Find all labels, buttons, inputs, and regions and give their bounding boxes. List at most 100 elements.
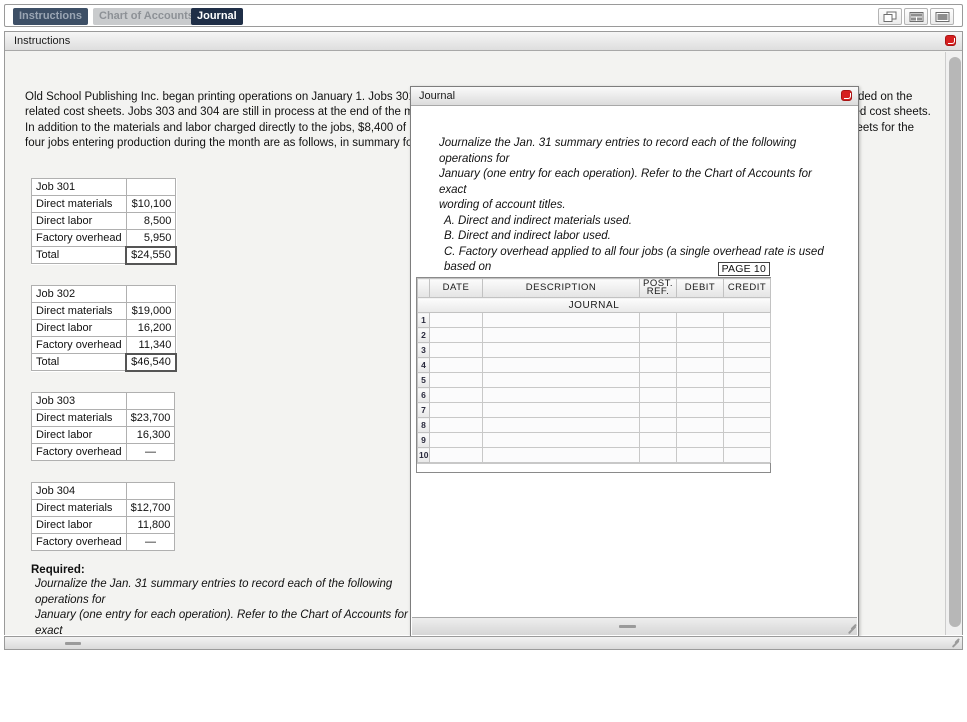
cell-date[interactable] — [429, 342, 483, 358]
required-heading: Required: — [31, 564, 85, 576]
cell-date[interactable] — [429, 417, 483, 433]
cell-post-ref[interactable] — [639, 342, 677, 358]
cell-date[interactable] — [429, 432, 483, 448]
journal-instruction-line: Journalize the Jan. 31 summary entries t… — [439, 137, 797, 165]
cell-date[interactable] — [429, 357, 483, 373]
row-number: 5 — [417, 372, 430, 388]
cell-credit[interactable] — [723, 447, 771, 463]
cell-credit[interactable] — [723, 342, 771, 358]
row-value: 11,340 — [125, 336, 177, 354]
row-value-total: $46,540 — [125, 352, 177, 372]
tile-windows-button[interactable] — [904, 8, 928, 25]
journal-resize-grip[interactable] — [843, 621, 857, 634]
tab-journal[interactable]: Journal — [191, 8, 243, 25]
workspace-scroll-thumb[interactable] — [65, 642, 81, 645]
workspace-resize-grip[interactable] — [948, 636, 960, 648]
table-row: Direct labor 11,800 — [31, 516, 176, 534]
cell-debit[interactable] — [676, 402, 724, 418]
cell-description[interactable] — [482, 372, 640, 388]
cell-post-ref[interactable] — [639, 447, 677, 463]
cell-post-ref[interactable] — [639, 387, 677, 403]
journal-instruction-item: B. Direct and indirect labor used. — [444, 230, 611, 242]
cell-description[interactable] — [482, 432, 640, 448]
cell-description[interactable] — [482, 327, 640, 343]
cell-date[interactable] — [429, 372, 483, 388]
job-cost-table: Job 303 Direct materials $23,700 Direct … — [31, 392, 176, 461]
cell-credit[interactable] — [723, 387, 771, 403]
cell-post-ref[interactable] — [639, 312, 677, 328]
cell-date[interactable] — [429, 402, 483, 418]
cell-credit[interactable] — [723, 417, 771, 433]
cascade-windows-button[interactable] — [878, 8, 902, 25]
maximize-window-button[interactable] — [930, 8, 954, 25]
cell-description[interactable] — [482, 342, 640, 358]
instructions-scrollbar[interactable] — [945, 52, 962, 635]
cell-credit[interactable] — [723, 402, 771, 418]
row-label: Direct materials — [31, 195, 127, 213]
table-row: 5 — [417, 372, 771, 388]
row-number: 1 — [417, 312, 430, 328]
tab-instructions[interactable]: Instructions — [13, 8, 88, 25]
cell-credit[interactable] — [723, 357, 771, 373]
journal-instruction-item: A. Direct and indirect materials used. — [444, 214, 632, 227]
cell-debit[interactable] — [676, 312, 724, 328]
row-number: 7 — [417, 402, 430, 418]
column-header-post-ref: POST. REF. — [639, 278, 677, 298]
table-row: 3 — [417, 342, 771, 358]
cell-date[interactable] — [429, 312, 483, 328]
cell-description[interactable] — [482, 357, 640, 373]
cell-debit[interactable] — [676, 447, 724, 463]
journal-bottom-scrollbar[interactable] — [412, 617, 857, 635]
cell-debit[interactable] — [676, 327, 724, 343]
cell-description[interactable] — [482, 447, 640, 463]
tab-chart-of-accounts[interactable]: Chart of Accounts — [93, 8, 200, 25]
cell-post-ref[interactable] — [639, 372, 677, 388]
journal-window-title: Journal — [419, 90, 456, 102]
cell-post-ref[interactable] — [639, 402, 677, 418]
workspace-bottom-scrollbar[interactable] — [4, 636, 963, 650]
cell-debit[interactable] — [676, 417, 724, 433]
table-row: 1 — [417, 312, 771, 328]
cell-post-ref[interactable] — [639, 432, 677, 448]
cell-date[interactable] — [429, 387, 483, 403]
cell-credit[interactable] — [723, 432, 771, 448]
row-label: Factory overhead — [31, 443, 127, 461]
cell-post-ref[interactable] — [639, 357, 677, 373]
cell-credit[interactable] — [723, 372, 771, 388]
cell-post-ref[interactable] — [639, 417, 677, 433]
required-section: Required: Journalize the Jan. 31 summary… — [31, 564, 416, 635]
instructions-scrollbar-thumb[interactable] — [949, 57, 961, 627]
table-row: Total $46,540 — [31, 352, 177, 372]
job-name: Job 304 — [31, 482, 127, 500]
cell-debit[interactable] — [676, 387, 724, 403]
journal-titlebar[interactable]: Journal — [411, 87, 858, 106]
row-number: 2 — [417, 327, 430, 343]
cell-date[interactable] — [429, 447, 483, 463]
journal-close-icon[interactable] — [841, 90, 852, 101]
table-row: 8 — [417, 417, 771, 433]
cell-credit[interactable] — [723, 312, 771, 328]
row-label: Direct labor — [31, 426, 127, 444]
cell-post-ref[interactable] — [639, 327, 677, 343]
cell-description[interactable] — [482, 417, 640, 433]
cell-debit[interactable] — [676, 372, 724, 388]
row-label: Direct materials — [31, 302, 127, 320]
cell-debit[interactable] — [676, 342, 724, 358]
cell-credit[interactable] — [723, 327, 771, 343]
instructions-titlebar: Instructions — [5, 32, 962, 51]
job-header-blank — [125, 285, 177, 303]
row-label: Direct labor — [31, 319, 127, 337]
row-value: $12,700 — [125, 499, 176, 517]
table-row: Direct materials $23,700 — [31, 409, 176, 427]
cell-description[interactable] — [482, 312, 640, 328]
journal-scroll-thumb[interactable] — [619, 625, 636, 628]
row-number: 8 — [417, 417, 430, 433]
table-row: Direct labor 16,200 — [31, 319, 177, 337]
cell-description[interactable] — [482, 402, 640, 418]
cell-description[interactable] — [482, 387, 640, 403]
journal-entry-table-wrapper: JOURNAL DATE DESCRIPTION POST. REF. DEBI… — [416, 277, 771, 473]
instructions-close-icon[interactable] — [945, 35, 956, 46]
cell-date[interactable] — [429, 327, 483, 343]
cell-debit[interactable] — [676, 432, 724, 448]
cell-debit[interactable] — [676, 357, 724, 373]
